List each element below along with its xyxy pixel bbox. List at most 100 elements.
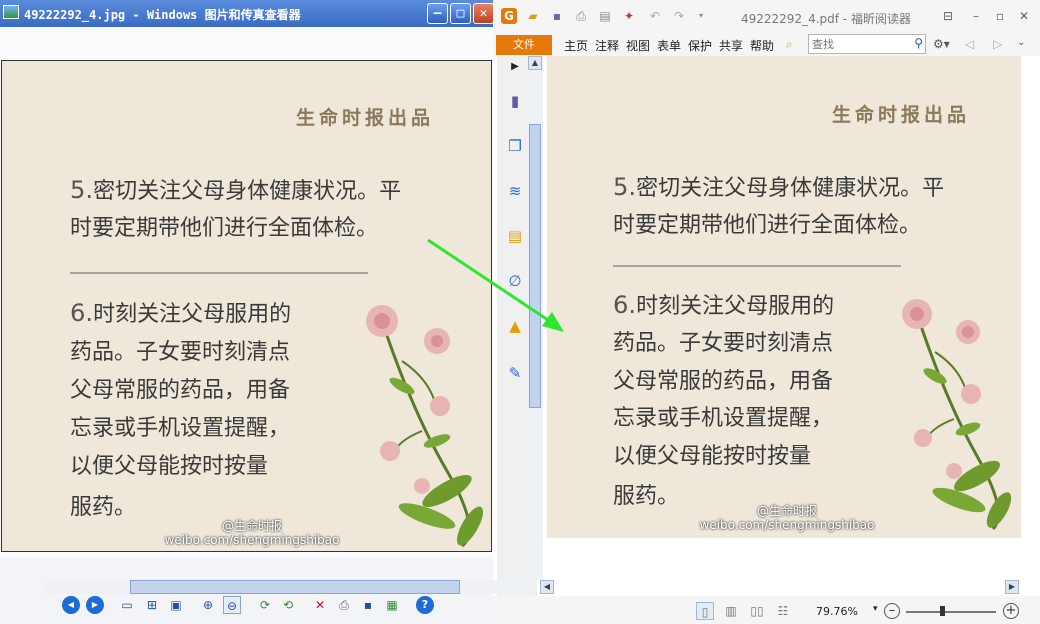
scroll-right-arrow-icon[interactable]: ▶: [1005, 580, 1019, 594]
pdf-divider-line: [613, 265, 901, 267]
best-fit-button[interactable]: ▭: [118, 596, 136, 614]
single-page-view-icon[interactable]: ▯: [696, 602, 714, 620]
vertical-scroll-thumb[interactable]: [529, 124, 541, 408]
point5-number: 5.: [70, 176, 94, 204]
pdf-point6-text1: 时刻关注父母服用的: [636, 294, 835, 319]
divider-line: [70, 272, 368, 274]
save-button[interactable]: ▪: [359, 596, 377, 614]
zoom-dropdown-icon[interactable]: ▾: [873, 604, 878, 614]
menu-help[interactable]: 帮助: [750, 37, 774, 54]
menu-comment[interactable]: 注释: [595, 37, 619, 54]
minimize-button[interactable]: ‒: [427, 3, 448, 24]
flower-illustration: [366, 305, 483, 548]
pdf-flower-illustration: [902, 299, 1012, 531]
displayed-image: 生命时报出品 5.密切关注父母身体健康状况。平 时要定期带他们进行全面体检。 6…: [1, 60, 492, 552]
pdf-page: 生命时报出品 5.密切关注父母身体健康状况。平 时要定期带他们进行全面体检。 6…: [547, 56, 1021, 538]
security-lock-icon[interactable]: ▲: [503, 315, 527, 337]
status-bar: [493, 596, 1040, 624]
pdf-point6-line4: 忘录或手机设置提醒，: [613, 406, 834, 431]
settings-gear-icon[interactable]: ⚙▾: [933, 37, 950, 51]
pdf-point6-line3: 父母常服的药品，用备: [613, 369, 834, 394]
menu-view[interactable]: 视图: [626, 37, 650, 54]
close-button[interactable]: ✕: [473, 3, 494, 24]
menu-protect[interactable]: 保护: [688, 37, 712, 54]
foxit-title: 49222292_4.pdf - 福昕阅读器: [741, 12, 911, 26]
scroll-left-arrow-icon[interactable]: ◀: [540, 580, 554, 594]
open-folder-icon[interactable]: ▰: [525, 8, 541, 24]
maximize-button[interactable]: □: [450, 3, 471, 24]
next-image-button[interactable]: ▶: [86, 596, 104, 614]
point6-line4: 忘录或手机设置提醒，: [70, 416, 291, 441]
horizontal-scroll-thumb[interactable]: [130, 580, 460, 594]
restore-button[interactable]: ▫: [991, 7, 1009, 25]
search-icon[interactable]: ⚲: [914, 36, 923, 50]
ribbon-toggle-icon[interactable]: ⊟: [939, 7, 957, 25]
zoom-slider-knob[interactable]: [940, 606, 945, 616]
ribbon-menu-bar: 文件 主页 注释 视图 表单 保护 共享 帮助 ⌕ ⚲ ⚙▾ ◁ ▷ ⌄: [493, 32, 1040, 56]
rotate-counterclockwise-button[interactable]: ⟲: [279, 596, 297, 614]
scan-icon[interactable]: ▤: [597, 8, 613, 24]
point6-line2: 药品。子女要时刻清点: [70, 340, 291, 365]
actual-size-button[interactable]: ⊞: [143, 596, 161, 614]
menu-home[interactable]: 主页: [564, 37, 588, 54]
dropdown-icon[interactable]: ▾: [693, 8, 709, 24]
next-page-icon[interactable]: ▷: [993, 37, 1002, 51]
zoom-out-icon[interactable]: –: [884, 603, 900, 619]
zoom-in-button[interactable]: ⊕: [199, 596, 217, 614]
help-button[interactable]: ?: [416, 596, 434, 614]
signature-icon[interactable]: ✎: [503, 362, 527, 384]
zoom-slider[interactable]: [906, 611, 996, 613]
zoom-in-icon[interactable]: +: [1003, 603, 1019, 619]
pdf-header: 生命时报出品: [832, 104, 971, 126]
foxit-title-bar[interactable]: G ▰ ▪ ⎙ ▤ ✦ ↶ ↷ ▾ 49222292_4.pdf - 福昕阅读器…: [493, 0, 1040, 32]
pdf-point5-line2: 时要定期带他们进行全面体检。: [613, 213, 922, 238]
point5-line2: 时要定期带他们进行全面体检。: [70, 216, 379, 241]
menu-form[interactable]: 表单: [657, 37, 681, 54]
menu-share[interactable]: 共享: [719, 37, 743, 54]
continuous-view-icon[interactable]: ▥: [722, 602, 740, 620]
point6-number: 6.: [70, 299, 94, 327]
menu-file[interactable]: 文件: [496, 35, 552, 55]
search-folder-icon[interactable]: ⌕: [786, 37, 793, 52]
point6-line5: 以便父母能按时按量: [70, 454, 269, 479]
search-box[interactable]: ⚲: [808, 34, 926, 54]
image-file-icon: [3, 5, 19, 19]
close-button[interactable]: ✕: [1015, 7, 1033, 25]
expand-arrow-icon[interactable]: ▶: [503, 56, 527, 78]
undo-icon[interactable]: ↶: [647, 8, 663, 24]
zoom-out-button[interactable]: ⊖: [223, 596, 241, 614]
facing-view-icon[interactable]: ▯▯: [748, 602, 766, 620]
print-button[interactable]: ⎙: [335, 596, 353, 614]
collapse-ribbon-icon[interactable]: ⌄: [1017, 37, 1025, 48]
rotate-clockwise-button[interactable]: ⟳: [256, 596, 274, 614]
layers-icon[interactable]: ≋: [503, 180, 527, 202]
viewer-title-bar[interactable]: 49222292_4.jpg - Windows 图片和传真查看器 ‒ □ ✕: [0, 0, 494, 27]
pdf-point6-line1: 6.时刻关注父母服用的: [613, 288, 834, 320]
continuous-facing-view-icon[interactable]: ☷: [774, 602, 792, 620]
point5-line1: 5.密切关注父母身体健康状况。平: [70, 173, 401, 205]
open-for-editing-button[interactable]: ▦: [383, 596, 401, 614]
point6-line1: 6.时刻关注父母服用的: [70, 296, 291, 328]
previous-image-button[interactable]: ◀: [62, 596, 80, 614]
comments-icon[interactable]: ▤: [503, 225, 527, 247]
credit-handle: @生命时报: [221, 519, 282, 533]
scroll-up-arrow-icon[interactable]: ▲: [528, 56, 542, 70]
save-icon[interactable]: ▪: [549, 8, 565, 24]
delete-button[interactable]: ✕: [311, 596, 329, 614]
attachment-icon[interactable]: ∅: [503, 270, 527, 292]
pages-icon[interactable]: ❐: [503, 135, 527, 157]
pdf-create-icon[interactable]: ✦: [621, 8, 637, 24]
slideshow-button[interactable]: ▣: [167, 596, 185, 614]
search-input[interactable]: [809, 35, 905, 53]
pdf-point6-line2: 药品。子女要时刻清点: [613, 331, 834, 356]
print-icon[interactable]: ⎙: [573, 8, 589, 24]
credit-url: weibo.com/shengmingshibao: [164, 533, 340, 547]
zoom-level[interactable]: 79.76%: [816, 605, 858, 618]
prev-page-icon[interactable]: ◁: [965, 37, 974, 51]
foxit-logo-icon[interactable]: G: [501, 8, 517, 24]
redo-icon[interactable]: ↷: [671, 8, 687, 24]
image-header: 生命时报出品: [296, 107, 435, 129]
minimize-button[interactable]: –: [967, 7, 985, 25]
bookmark-icon[interactable]: ▮: [503, 90, 527, 112]
point6-line3: 父母常服的药品，用备: [70, 378, 291, 403]
